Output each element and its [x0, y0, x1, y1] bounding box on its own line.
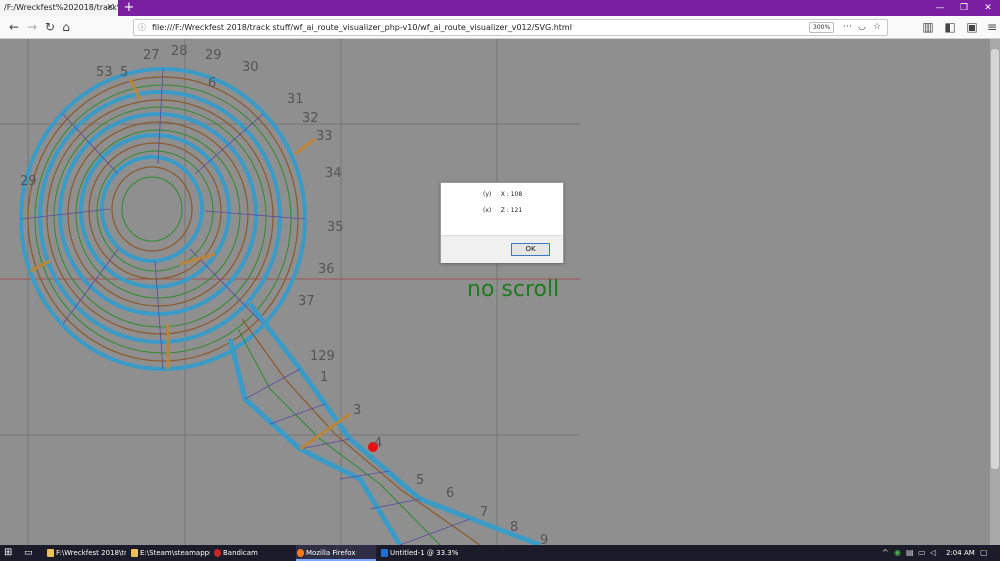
restore-icon[interactable]: ❐ [952, 0, 976, 16]
windows-taskbar: ⊞ ▭ F:\Wreckfest 2018\trac... E:\Steam\s… [0, 545, 1000, 561]
route-track [227, 302, 541, 545]
svg-text:29: 29 [205, 48, 222, 63]
svg-text:5: 5 [120, 65, 128, 80]
dialog-line-x: (y) X : 108 [483, 191, 523, 198]
spiral-track [19, 67, 316, 371]
svg-text:6: 6 [208, 76, 216, 91]
dialog-footer: OK [441, 235, 563, 263]
notification-icon[interactable]: ▢ [980, 545, 988, 561]
svg-text:129: 129 [310, 349, 335, 364]
svg-text:53: 53 [96, 65, 113, 80]
tray-chevron-icon[interactable]: ^ [882, 545, 889, 561]
svg-text:37: 37 [298, 294, 315, 309]
close-window-icon[interactable]: ✕ [976, 0, 1000, 16]
svg-text:7: 7 [480, 505, 488, 520]
svg-text:28: 28 [171, 44, 188, 59]
taskbar-item-firefox[interactable]: Mozilla Firefox [296, 545, 376, 561]
svg-text:34: 34 [325, 166, 342, 181]
svg-text:1: 1 [320, 370, 328, 385]
svg-text:36: 36 [318, 262, 335, 277]
svg-text:29: 29 [20, 174, 37, 189]
folder-icon [47, 549, 54, 557]
reload-icon[interactable]: ↻ [42, 19, 58, 35]
tab-title: /F:/Wreckfest%202018/track%20stu [4, 3, 118, 12]
svg-text:4: 4 [374, 436, 382, 451]
taskbar-item-explorer1[interactable]: F:\Wreckfest 2018\trac... [46, 545, 126, 561]
menu-icon[interactable]: ≡ [984, 19, 1000, 35]
url-bar[interactable]: ⓘ file:///F:/Wreckfest 2018/track stuff/… [133, 19, 888, 36]
tray-network-icon[interactable]: ▤ [906, 545, 914, 561]
svg-text:32: 32 [302, 111, 319, 126]
page-info-icon[interactable]: ⓘ [138, 20, 146, 35]
firefox-icon [297, 549, 304, 557]
sidebar-icon[interactable]: ◧ [942, 19, 958, 35]
svg-text:30: 30 [242, 60, 259, 75]
minimize-icon[interactable]: — [928, 0, 952, 16]
alert-dialog: (y) X : 108 (x) Z : 121 OK [440, 182, 564, 263]
svg-text:27: 27 [143, 48, 160, 63]
pocket-icon[interactable]: ◡ [858, 20, 866, 35]
bookmark-star-icon[interactable]: ☆ [873, 20, 881, 35]
url-text: file:///F:/Wreckfest 2018/track stuff/wf… [152, 23, 572, 32]
scrollbar-thumb[interactable] [991, 49, 999, 469]
photoshop-icon [381, 549, 388, 557]
svg-text:9: 9 [540, 533, 548, 545]
task-view-icon[interactable]: ▭ [24, 545, 38, 561]
svg-text:33: 33 [316, 129, 333, 144]
taskbar-item-label: E:\Steam\steamapps\... [140, 549, 210, 557]
tray-app-icon[interactable]: ◉ [894, 545, 901, 561]
svg-text:6: 6 [446, 486, 454, 501]
start-menu-icon[interactable]: ⊞ [4, 545, 18, 561]
ok-button[interactable]: OK [511, 243, 550, 256]
no-scroll-label: no scroll [467, 277, 560, 302]
taskbar-item-label: Bandicam [223, 549, 258, 557]
library-icon[interactable]: ▥ [920, 19, 936, 35]
back-icon[interactable]: ← [6, 19, 22, 35]
taskbar-item-explorer2[interactable]: E:\Steam\steamapps\... [130, 545, 210, 561]
taskbar-item-label: Untitled-1 @ 33.3% (L... [390, 549, 460, 557]
folder-icon [131, 549, 138, 557]
new-tab-icon[interactable]: + [122, 0, 136, 16]
browser-titlebar: /F:/Wreckfest%202018/track%20stu ✕ + — ❐… [0, 0, 1000, 16]
bandicam-icon [214, 549, 221, 557]
page-viewport[interactable]: 27 28 29 30 31 32 33 34 35 36 37 53 5 6 … [0, 39, 1000, 545]
tray-battery-icon[interactable]: ▭ [918, 545, 926, 561]
zoom-level[interactable]: 300% [809, 22, 835, 33]
vertical-scrollbar[interactable] [990, 39, 1000, 545]
browser-tab[interactable]: /F:/Wreckfest%202018/track%20stu ✕ [0, 0, 118, 16]
home-icon[interactable]: ⌂ [58, 19, 74, 35]
page-actions-icon[interactable]: ⋯ [843, 20, 852, 35]
taskbar-item-label: F:\Wreckfest 2018\trac... [56, 549, 126, 557]
taskbar-item-photoshop[interactable]: Untitled-1 @ 33.3% (L... [380, 545, 460, 561]
taskbar-item-label: Mozilla Firefox [306, 549, 356, 557]
svg-text:8: 8 [510, 520, 518, 535]
forward-icon[interactable]: → [24, 19, 40, 35]
dialog-line-z: (x) Z : 121 [483, 207, 523, 214]
svg-text:3: 3 [353, 403, 361, 418]
svg-text:35: 35 [327, 220, 344, 235]
extension-icon[interactable]: ▣ [964, 19, 980, 35]
tray-volume-icon[interactable]: ◁ [930, 545, 936, 561]
taskbar-clock[interactable]: 2:04 AM [946, 545, 975, 561]
close-tab-icon[interactable]: ✕ [106, 0, 114, 16]
browser-navbar: ← → ↻ ⌂ ⓘ file:///F:/Wreckfest 2018/trac… [0, 16, 1000, 39]
svg-text:31: 31 [287, 92, 304, 107]
svg-text:5: 5 [416, 473, 424, 488]
taskbar-item-bandicam[interactable]: Bandicam [213, 545, 293, 561]
